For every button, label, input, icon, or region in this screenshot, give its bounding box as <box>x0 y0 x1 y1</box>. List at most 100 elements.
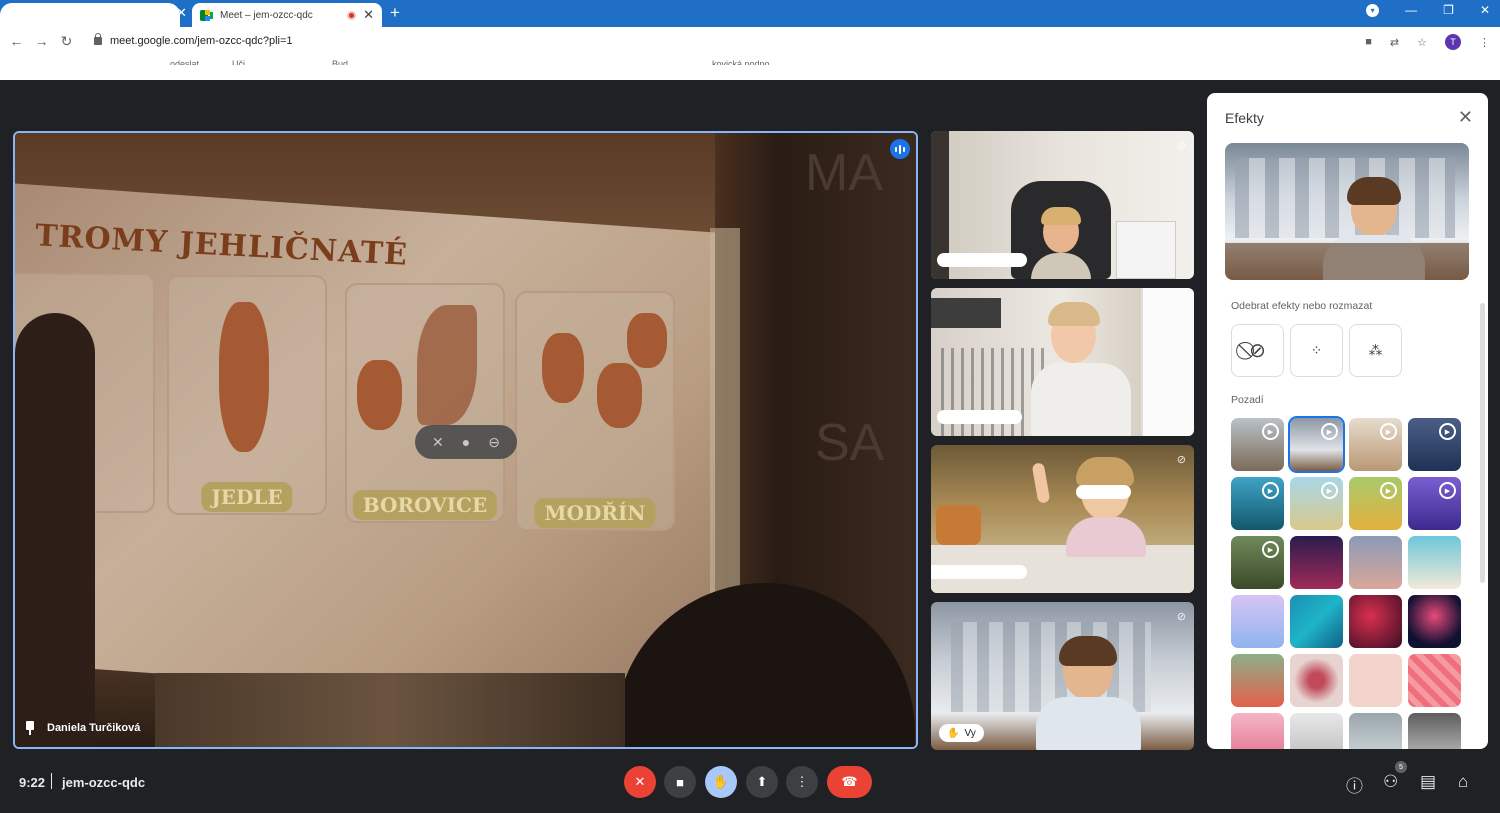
raised-hand <box>1031 462 1051 504</box>
block-icon: ⊘ <box>1249 340 1266 362</box>
meeting-code: jem-ozcc-qdc <box>62 775 146 790</box>
camera-toggle-button[interactable]: ■ <box>664 766 696 798</box>
forward-icon[interactable]: → <box>29 33 54 49</box>
star-icon[interactable]: ☆ <box>1417 36 1427 49</box>
menu-icon[interactable]: ⋮ <box>1479 36 1490 49</box>
background-option[interactable] <box>1290 536 1343 589</box>
background-option[interactable] <box>1290 595 1343 648</box>
divider <box>51 773 52 789</box>
background-option[interactable] <box>1290 713 1343 749</box>
share-icon[interactable]: ⇄ <box>1390 36 1399 49</box>
animated-icon: ▶ <box>1262 423 1279 440</box>
participant-tile[interactable]: ⊘ <box>931 445 1194 593</box>
chat-icon[interactable]: ▤ <box>1420 772 1436 792</box>
background-option[interactable]: ▶ <box>1290 477 1343 530</box>
background-option[interactable]: ▶ <box>1231 418 1284 471</box>
speaking-indicator-icon <box>890 139 910 159</box>
back-icon[interactable]: ← <box>4 33 29 49</box>
background-option[interactable] <box>1408 654 1461 707</box>
bookshelf <box>1141 288 1194 436</box>
effects-title: Efekty <box>1225 110 1264 126</box>
mute-participant-icon[interactable]: ● <box>462 434 470 450</box>
background-option[interactable] <box>1349 713 1402 749</box>
tab-search-icon[interactable]: ▾ <box>1366 3 1380 17</box>
presenter-label: Daniela Turčiková <box>25 721 140 735</box>
background-option[interactable] <box>1408 713 1461 749</box>
slight-blur-button[interactable]: ⁘ <box>1290 324 1343 377</box>
present-screen-icon: ⬆ <box>756 774 768 789</box>
background-option[interactable] <box>1231 595 1284 648</box>
unpin-icon[interactable]: ✕ <box>432 434 444 451</box>
activities-icon[interactable]: ⌂ <box>1458 772 1468 792</box>
background-option[interactable]: ▶ <box>1231 477 1284 530</box>
presenter-tile[interactable]: TROMY JEHLIČNATÉ JEDLE BOROVICE MODŘÍN M… <box>13 131 918 749</box>
blur-button[interactable]: ⁂ <box>1349 324 1402 377</box>
background-option[interactable]: ▶ <box>1349 418 1402 471</box>
redaction-blot <box>0 3 180 27</box>
redaction-blot <box>560 65 820 80</box>
close-tab-icon[interactable]: ✕ <box>363 7 374 23</box>
card-label: JEDLE <box>201 482 293 512</box>
leave-call-button[interactable]: ☎ <box>827 766 872 798</box>
background-option[interactable] <box>1231 654 1284 707</box>
background-option[interactable]: ▶ <box>1231 536 1284 589</box>
raise-hand-button[interactable]: ✋ <box>705 766 737 798</box>
redaction-blot <box>931 565 1027 579</box>
close-window-button[interactable]: ✕ <box>1480 3 1490 17</box>
lock-icon[interactable] <box>94 33 102 45</box>
present-now-button[interactable]: ⬆ <box>746 766 778 798</box>
self-tile[interactable]: ⊘ ✋ Vy <box>931 602 1194 750</box>
toolbar-icons: ■ ⇄ ☆ T ⋮ <box>1365 34 1490 50</box>
participant-tile[interactable] <box>931 288 1194 436</box>
google-meet-icon <box>200 9 213 21</box>
omnibox[interactable]: meet.google.com/jem-ozcc-qdc?pli=1 <box>88 31 1378 51</box>
background-option[interactable]: ▶ <box>1349 477 1402 530</box>
camera-in-use-icon[interactable]: ■ <box>1365 36 1372 48</box>
close-tab-icon[interactable]: ✕ <box>176 5 187 21</box>
slide-card: MODŘÍN <box>515 291 675 531</box>
minimize-button[interactable]: — <box>1405 3 1417 17</box>
redacted-tab[interactable]: ✕ <box>0 0 190 27</box>
pin-icon[interactable] <box>25 721 35 735</box>
wall-letters: SA <box>815 414 885 472</box>
new-tab-button[interactable]: + <box>390 3 400 23</box>
participant-tile[interactable]: ⊘ <box>931 131 1194 279</box>
background-option[interactable] <box>1408 595 1461 648</box>
remove-participant-icon[interactable]: ⊖ <box>488 434 500 451</box>
participant-hair <box>1076 457 1134 487</box>
close-icon[interactable]: ✕ <box>1458 107 1473 128</box>
reload-icon[interactable]: ↻ <box>54 33 79 50</box>
background-option[interactable] <box>1349 654 1402 707</box>
active-tab[interactable]: Meet – jem-ozcc-qdc ✕ <box>192 3 382 27</box>
restore-button[interactable]: ❐ <box>1443 3 1454 17</box>
profile-avatar[interactable]: T <box>1445 34 1461 50</box>
more-vert-icon: ⋮ <box>795 774 809 789</box>
background-option[interactable]: ▶ <box>1408 418 1461 471</box>
background-option-selected[interactable]: ▶ <box>1288 416 1345 473</box>
slide-card: BOROVICE <box>345 283 505 523</box>
people-icon[interactable]: ⚇ <box>1383 772 1398 792</box>
animated-icon: ▶ <box>1321 423 1338 440</box>
address-bar-row: ← → ↻ meet.google.com/jem-ozcc-qdc?pli=1… <box>0 27 1500 55</box>
panel-scrollbar[interactable] <box>1480 303 1485 583</box>
remove-effects-label: Odebrat efekty nebo rozmazat <box>1231 300 1373 312</box>
url-text[interactable]: meet.google.com/jem-ozcc-qdc?pli=1 <box>110 35 293 47</box>
animated-icon: ▶ <box>1439 423 1456 440</box>
background-option[interactable] <box>1231 713 1284 749</box>
presenter-name: Daniela Turčiková <box>47 722 141 734</box>
muted-mic-icon: ⊘ <box>1176 454 1186 466</box>
meeting-details-icon[interactable]: ⓘ <box>1346 772 1363 797</box>
muted-mic-icon: ⊘ <box>1176 140 1186 152</box>
no-effect-button[interactable]: ⃠⊘ <box>1231 324 1284 377</box>
microphone-toggle-button[interactable]: ✕ <box>624 766 656 798</box>
hang-up-icon: ☎ <box>841 774 858 789</box>
background-option[interactable] <box>1349 595 1402 648</box>
participant-hair <box>1059 636 1117 666</box>
background-option[interactable] <box>1290 654 1343 707</box>
background-option[interactable] <box>1408 536 1461 589</box>
person-silhouette <box>15 313 95 747</box>
background-option[interactable]: ▶ <box>1408 477 1461 530</box>
background-option[interactable] <box>1349 536 1402 589</box>
wall-letters: MA <box>805 144 883 202</box>
more-options-button[interactable]: ⋮ <box>786 766 818 798</box>
